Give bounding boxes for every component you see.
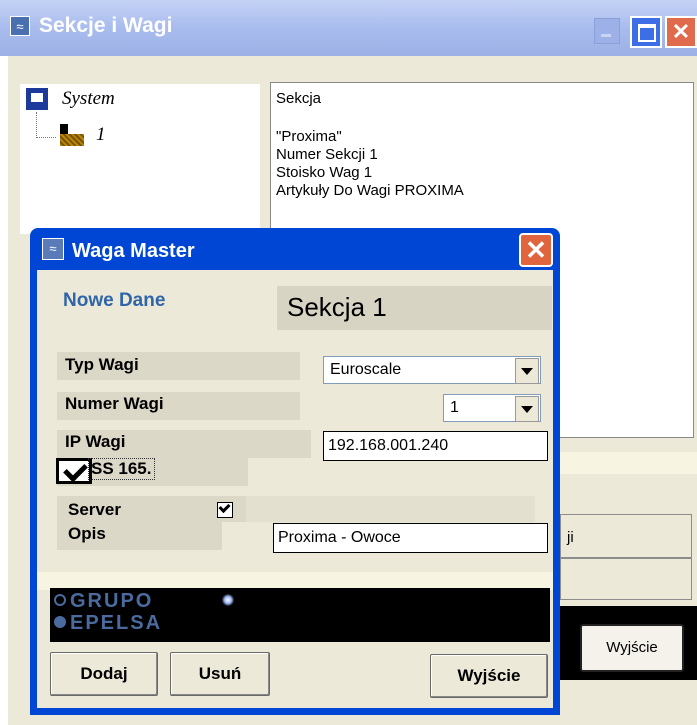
ip-wagi-input[interactable]: 192.168.001.240 [323, 431, 548, 461]
logo-text-grupo: GRUPO [70, 590, 154, 612]
dialog-title: Waga Master [72, 240, 195, 262]
info-line: Artykuły Do Wagi PROXIMA [276, 182, 464, 199]
info-line: Numer Sekcji 1 [276, 146, 378, 163]
info-line: "Proxima" [276, 128, 342, 145]
app-icon: ≈ [42, 238, 64, 260]
opis-value: Proxima - Owoce [278, 529, 401, 546]
close-button[interactable]: ✕ [665, 16, 697, 48]
logo-text-epelsa: EPELSA [70, 612, 163, 634]
add-button[interactable]: Dodaj [50, 652, 158, 696]
typ-wagi-label: Typ Wagi [65, 355, 139, 374]
scale-icon [60, 124, 84, 148]
back-button-2[interactable] [560, 558, 692, 600]
server-checkbox[interactable] [217, 502, 233, 518]
status-strip [560, 452, 697, 474]
opis-label: Opis [68, 524, 106, 543]
ss165-checkbox[interactable] [56, 458, 92, 484]
dropdown-arrow-icon[interactable] [515, 396, 539, 422]
typ-wagi-select[interactable]: Euroscale [323, 356, 541, 384]
info-line: Sekcja [276, 90, 322, 107]
ip-wagi-value: 192.168.001.240 [328, 437, 449, 454]
nowe-dane-heading: Nowe Dane [63, 290, 166, 311]
tree-connector [36, 112, 56, 138]
info-line: Stoisko Wag 1 [276, 164, 373, 181]
numer-wagi-value: 1 [450, 399, 459, 416]
ss165-label[interactable]: SS 165. [88, 458, 155, 480]
numer-wagi-select[interactable]: 1 [443, 394, 541, 422]
dialog-body [37, 270, 553, 708]
server-spacer [246, 496, 535, 522]
back-button-1-label: ji [567, 529, 574, 546]
opis-input[interactable]: Proxima - Owoce [273, 523, 548, 553]
dropdown-arrow-icon[interactable] [515, 358, 539, 384]
section-title: Sekcja 1 [287, 292, 387, 322]
tree-item-1[interactable]: 1 [96, 124, 106, 146]
exit-button[interactable]: Wyjście [430, 654, 548, 698]
back-button-1[interactable]: ji [560, 514, 692, 558]
app-icon: ≈ [10, 16, 30, 36]
remove-button[interactable]: Usuń [170, 652, 270, 696]
epelsa-scale-icon [54, 594, 66, 628]
sekcje-title: Sekcje i Wagi [39, 14, 173, 37]
minimize-button[interactable] [594, 18, 620, 44]
back-exit-button[interactable]: Wyjście [580, 624, 684, 672]
numer-wagi-label: Numer Wagi [65, 394, 164, 413]
typ-wagi-value: Euroscale [330, 361, 402, 378]
tree-view[interactable] [20, 84, 260, 234]
maximize-button[interactable] [630, 16, 662, 48]
ip-wagi-label: IP Wagi [65, 432, 126, 451]
system-monitor-icon [26, 88, 48, 110]
sparkle-icon [222, 594, 234, 606]
dialog-close-button[interactable]: ✕ [519, 233, 553, 267]
tree-item-system[interactable]: System [62, 88, 115, 110]
server-label: Server [68, 500, 121, 519]
